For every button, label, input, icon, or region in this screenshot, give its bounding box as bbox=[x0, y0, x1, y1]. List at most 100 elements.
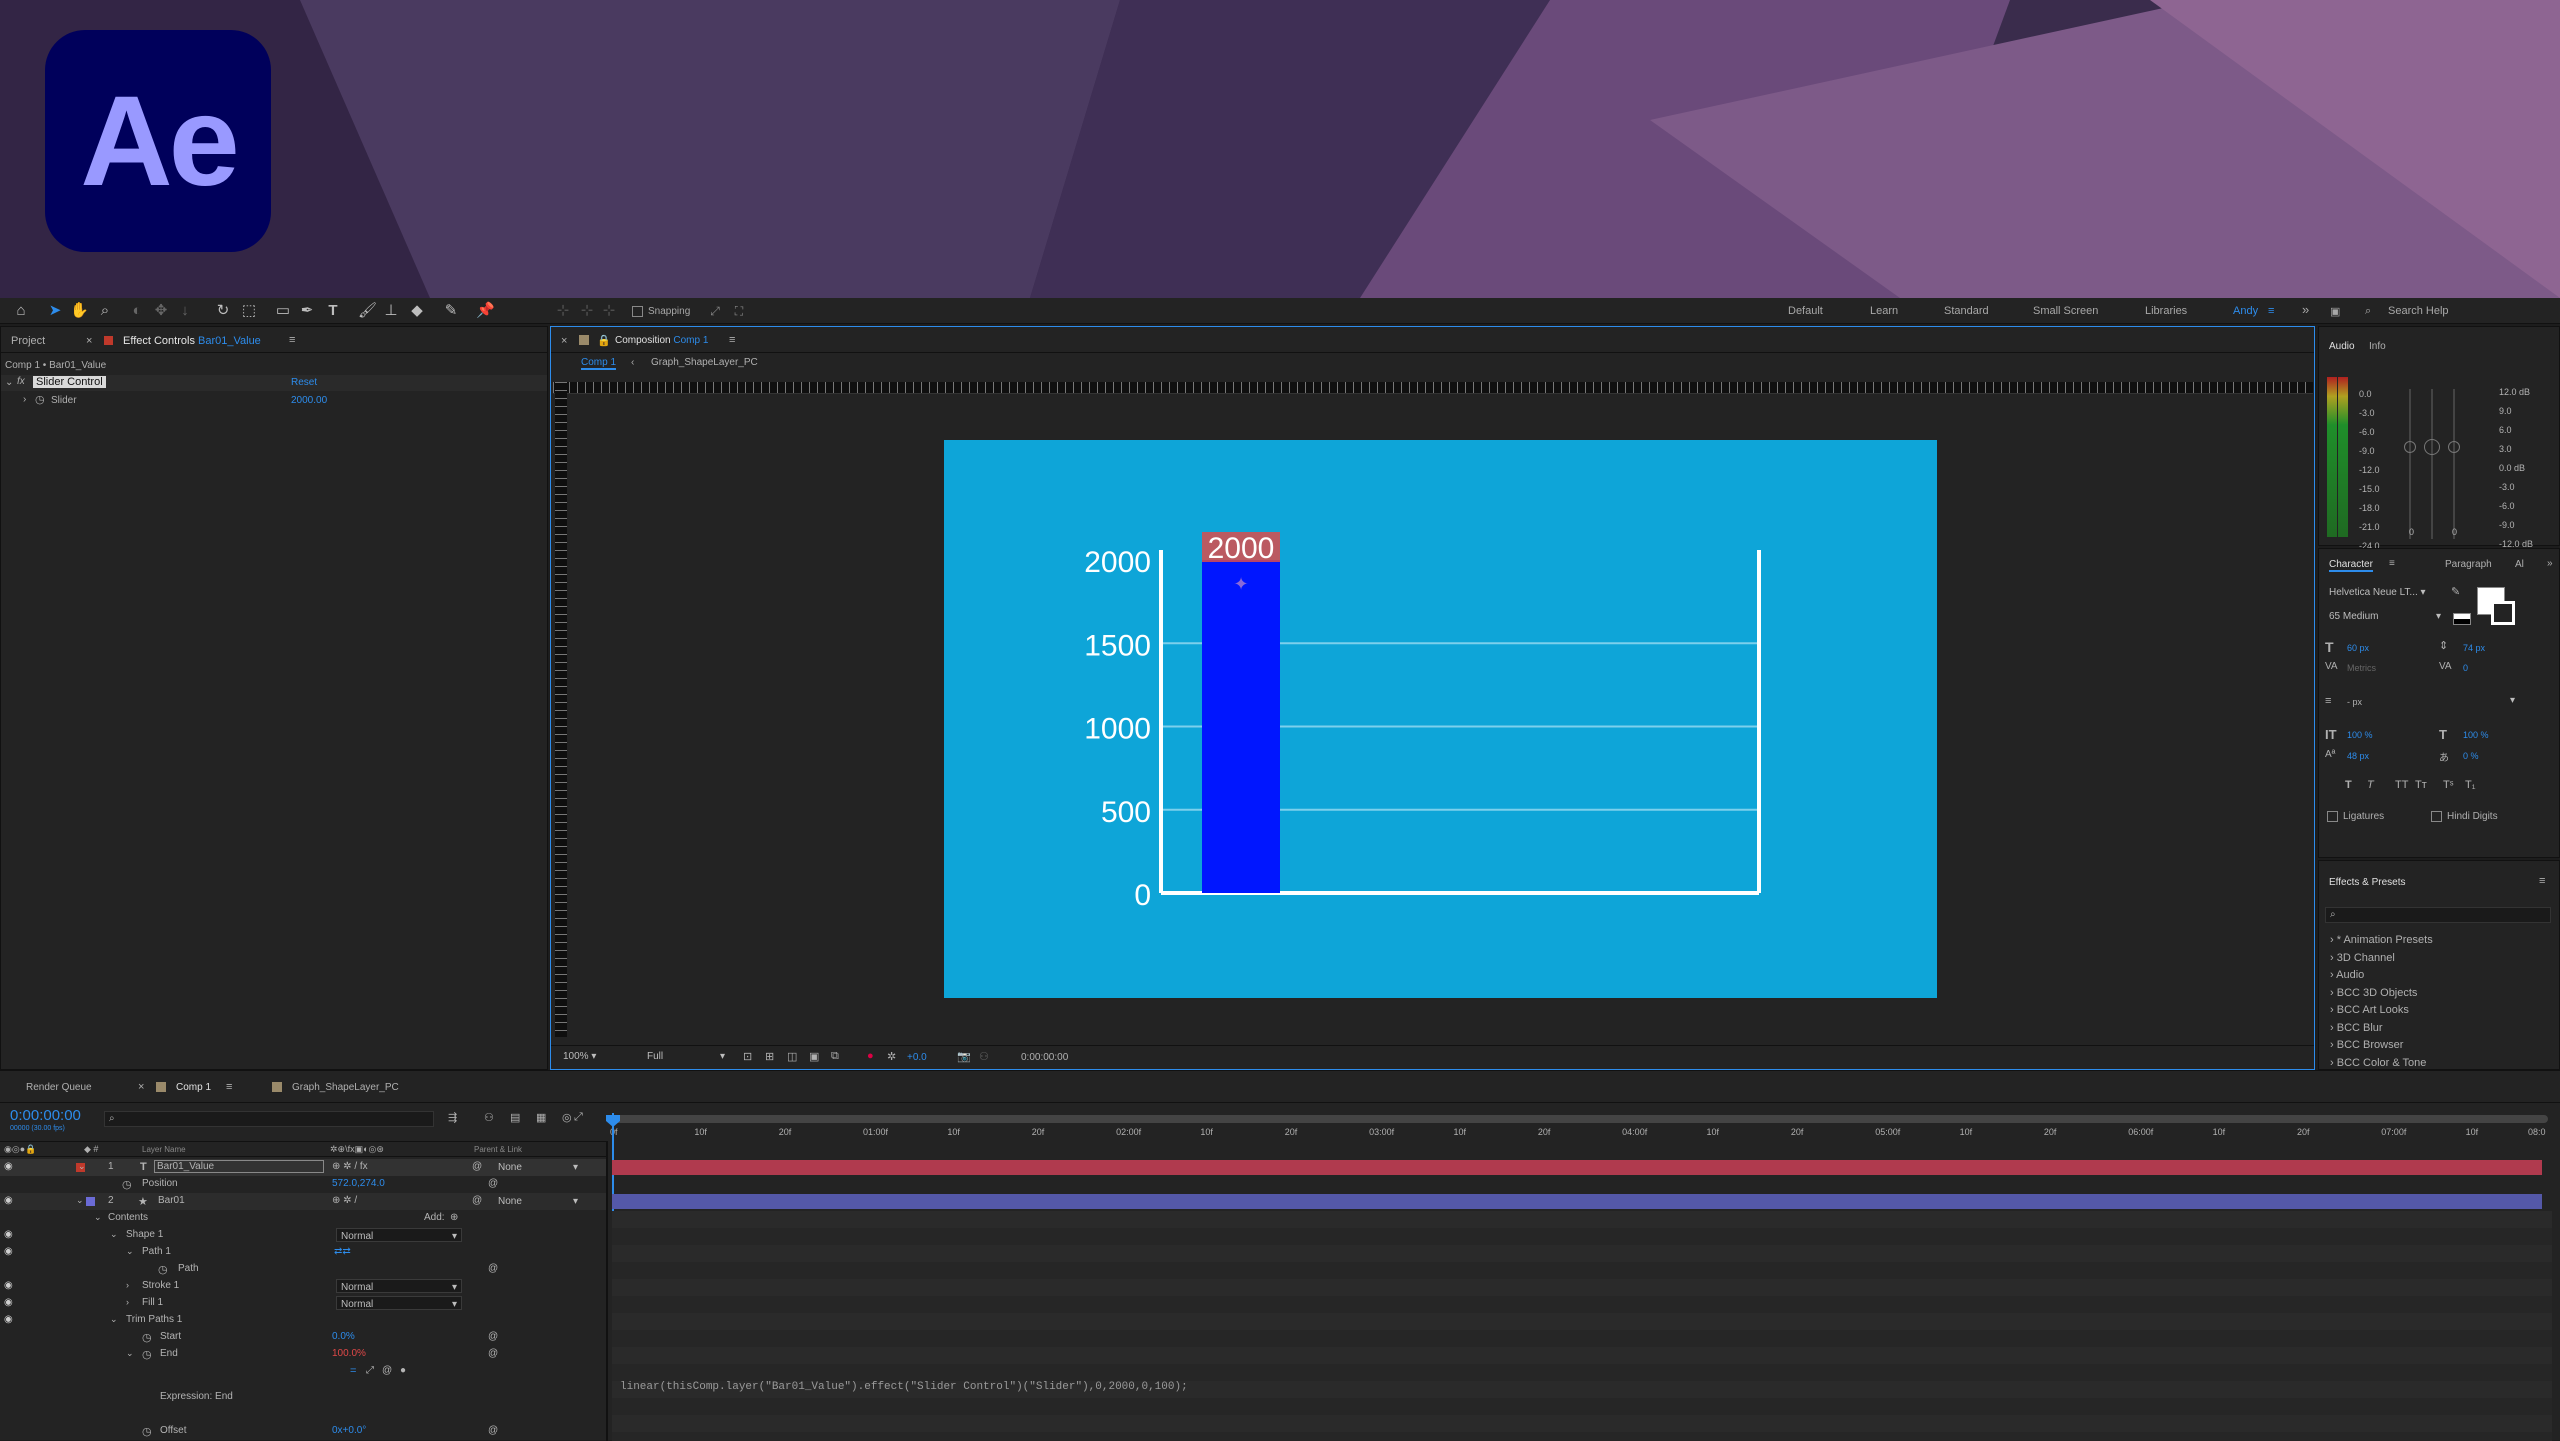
guides-icon[interactable]: ▣ bbox=[809, 1050, 819, 1063]
stopwatch-icon[interactable]: ◷ bbox=[142, 1331, 152, 1344]
panel-menu-icon[interactable]: ≡ bbox=[289, 334, 295, 346]
expand-arrow-icon[interactable]: › bbox=[126, 1297, 129, 1307]
eye-icon[interactable]: ◉ bbox=[4, 1280, 13, 1291]
layer-row-2[interactable]: ◉ ⌄ 2 ★ Bar01 ⊕ ✲ / @ None ▾ bbox=[0, 1193, 608, 1210]
fill-1-blend-dropdown[interactable]: Normal ▾ bbox=[336, 1296, 462, 1310]
stopwatch-icon[interactable]: ◷ bbox=[35, 393, 45, 406]
layer-1-parent-dropdown[interactable]: None ▾ bbox=[494, 1160, 582, 1174]
zoom-tool-icon[interactable]: ⌕ bbox=[96, 302, 114, 320]
tab-composition[interactable]: Composition Comp 1 bbox=[615, 335, 708, 346]
expand-arrow-icon[interactable]: ⌄ bbox=[94, 1212, 102, 1223]
effects-list-item[interactable]: › BCC 3D Objects bbox=[2330, 987, 2417, 999]
add-content-icon[interactable]: ⊕ bbox=[450, 1212, 458, 1223]
workspace-learn[interactable]: Learn bbox=[1870, 305, 1898, 317]
exposure-value[interactable]: +0.0 bbox=[907, 1052, 927, 1063]
vertical-scale-value[interactable]: 100 % bbox=[2347, 730, 2373, 740]
tab-audio[interactable]: Audio bbox=[2329, 341, 2355, 352]
expand-arrow-icon[interactable]: ⌄ bbox=[126, 1348, 134, 1359]
layer-2-name[interactable]: Bar01 bbox=[158, 1195, 185, 1206]
panel-menu-icon[interactable]: ≡ bbox=[2389, 558, 2395, 569]
graph-editor-icon[interactable]: ⤢ bbox=[574, 1111, 583, 1124]
effects-list-item[interactable]: › BCC Blur bbox=[2330, 1022, 2383, 1034]
viewer-timecode[interactable]: 0:00:00:00 bbox=[1021, 1052, 1068, 1063]
selection-tool-icon[interactable]: ➤ bbox=[46, 302, 64, 320]
effects-list-item[interactable]: › Audio bbox=[2330, 969, 2364, 981]
stroke-type-dropdown[interactable]: ▾ bbox=[2409, 695, 2519, 709]
tab-character[interactable]: Character bbox=[2329, 559, 2373, 572]
font-size-value[interactable]: 60 px bbox=[2347, 643, 2369, 653]
rectangle-tool-icon[interactable]: ▭ bbox=[274, 302, 292, 320]
path-direction-icon[interactable]: ⇄⇄ bbox=[334, 1246, 351, 1257]
layer-label-color[interactable] bbox=[86, 1197, 95, 1206]
no-fill-icon[interactable] bbox=[2453, 613, 2471, 625]
workspace-standard[interactable]: Standard bbox=[1944, 305, 1989, 317]
layer-1-name[interactable]: Bar01_Value bbox=[154, 1160, 324, 1173]
roto-brush-tool-icon[interactable]: ✎ bbox=[442, 302, 460, 320]
tracking-value[interactable]: 0 bbox=[2463, 663, 2468, 673]
stopwatch-icon[interactable]: ◷ bbox=[158, 1263, 168, 1276]
expand-arrow-icon[interactable]: ⌄ bbox=[110, 1229, 118, 1240]
panel-menu-icon[interactable]: ≡ bbox=[2539, 875, 2545, 887]
more-panels-icon[interactable]: » bbox=[2547, 558, 2553, 569]
search-help-icon[interactable]: ⌕ bbox=[2365, 305, 2371, 318]
tab-info[interactable]: Info bbox=[2369, 341, 2386, 352]
expression-editor[interactable]: linear(thisComp.layer("Bar01_Value").eff… bbox=[620, 1377, 1720, 1407]
faux-bold-icon[interactable]: T bbox=[2345, 779, 2352, 791]
slider-property-value[interactable]: 2000.00 bbox=[291, 395, 327, 406]
motion-blur-icon[interactable]: ◎ bbox=[562, 1111, 572, 1124]
stroke-1-blend-dropdown[interactable]: Normal ▾ bbox=[336, 1279, 462, 1293]
expand-arrow-icon[interactable]: › bbox=[126, 1280, 129, 1290]
color-channels-icon[interactable]: ● bbox=[867, 1050, 874, 1062]
expand-arrow-icon[interactable]: › bbox=[2330, 1039, 2337, 1051]
expand-arrow-icon[interactable]: ⌄ bbox=[76, 1195, 84, 1206]
tab-project[interactable]: Project bbox=[11, 335, 45, 347]
superscript-icon[interactable]: Tˢ bbox=[2443, 779, 2453, 791]
pick-whip-icon[interactable]: @ bbox=[488, 1178, 498, 1189]
resolution-dropdown[interactable]: Full ▾ bbox=[643, 1051, 729, 1065]
panel-menu-icon[interactable]: ≡ bbox=[226, 1081, 232, 1093]
expand-arrow-icon[interactable]: › bbox=[2330, 1004, 2337, 1016]
brush-tool-icon[interactable]: 🖌 bbox=[358, 302, 377, 320]
crumb-comp-1[interactable]: Comp 1 bbox=[581, 357, 617, 370]
leading-value[interactable]: 74 px bbox=[2463, 643, 2485, 653]
sync-settings-icon[interactable]: ▣ bbox=[2330, 305, 2340, 318]
region-of-interest-icon[interactable]: ⊡ bbox=[743, 1050, 752, 1063]
tab-paragraph[interactable]: Paragraph bbox=[2445, 559, 2492, 570]
kerning-value[interactable]: Metrics bbox=[2347, 663, 2376, 673]
crumb-graph-shapelayer[interactable]: Graph_ShapeLayer_PC bbox=[651, 357, 758, 368]
audio-slider-handle[interactable] bbox=[2448, 441, 2460, 453]
tab-render-queue[interactable]: Render Queue bbox=[26, 1082, 92, 1093]
expression-language-menu-icon[interactable]: ● bbox=[400, 1365, 406, 1376]
eye-icon[interactable]: ◉ bbox=[4, 1229, 13, 1240]
expand-arrow-icon[interactable]: › bbox=[2330, 987, 2337, 999]
effect-row[interactable]: ⌄ fx Slider Control Reset bbox=[1, 375, 547, 391]
transparency-grid-icon[interactable]: ⊞ bbox=[765, 1050, 774, 1063]
stopwatch-icon[interactable]: ◷ bbox=[142, 1425, 152, 1438]
pan-tool-icon[interactable]: ✥ bbox=[152, 302, 170, 320]
layer-name-header[interactable]: Layer Name bbox=[142, 1145, 186, 1154]
clone-stamp-tool-icon[interactable]: ⊥ bbox=[382, 302, 400, 320]
exposure-icon[interactable]: ✲ bbox=[887, 1050, 896, 1063]
stopwatch-icon[interactable]: ◷ bbox=[122, 1178, 132, 1191]
effects-list-item[interactable]: › BCC Art Looks bbox=[2330, 1004, 2409, 1016]
stopwatch-icon[interactable]: ◷ bbox=[142, 1348, 152, 1361]
pick-whip-icon[interactable]: @ bbox=[472, 1161, 482, 1172]
small-caps-icon[interactable]: Tᴛ bbox=[2415, 779, 2427, 791]
all-caps-icon[interactable]: TT bbox=[2395, 779, 2408, 791]
type-tool-icon[interactable]: T bbox=[324, 302, 342, 320]
audio-slider-handle[interactable] bbox=[2404, 441, 2416, 453]
layer-2-parent-dropdown[interactable]: None ▾ bbox=[494, 1194, 582, 1208]
search-help-input[interactable]: Search Help bbox=[2388, 305, 2449, 317]
frame-blending-icon[interactable]: ▦ bbox=[536, 1111, 546, 1124]
expand-arrow-icon[interactable]: › bbox=[2330, 1022, 2337, 1034]
snap-options-icon[interactable]: ⤢ bbox=[706, 302, 724, 320]
expand-arrow-icon[interactable]: › bbox=[2330, 1057, 2337, 1069]
panel-menu-icon[interactable]: ≡ bbox=[729, 334, 735, 346]
composition-mini-flowchart-icon[interactable]: ⇶ bbox=[448, 1111, 457, 1124]
effect-name[interactable]: Slider Control bbox=[33, 376, 106, 388]
anchor-tool-icon[interactable]: ⬚ bbox=[240, 302, 258, 320]
eye-icon[interactable]: ◉ bbox=[4, 1161, 13, 1172]
tab-comp-1[interactable]: Comp 1 bbox=[176, 1082, 211, 1093]
layer-1-bar[interactable] bbox=[612, 1160, 2542, 1175]
timeline-divider[interactable] bbox=[606, 1141, 608, 1441]
